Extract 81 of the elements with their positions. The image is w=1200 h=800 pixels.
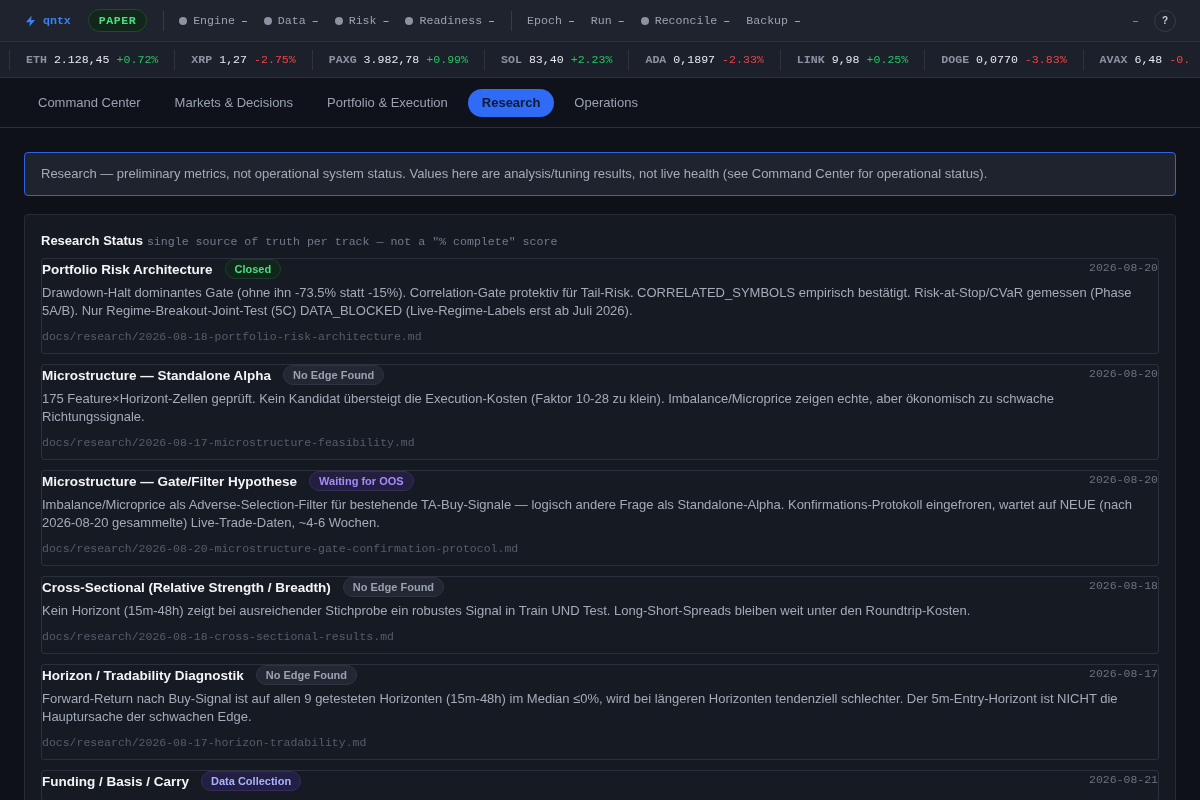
header-value: – — [1132, 14, 1139, 27]
track-title: Funding / Basis / Carry — [42, 772, 190, 790]
status-label: Epoch — [527, 14, 562, 27]
doc-path: docs/research/2026-08-17-horizon-tradability.md — [42, 736, 368, 750]
app-logo-text: qntx — [43, 14, 71, 27]
track-title: Horizon / Tradability Diagnostik — [42, 666, 244, 684]
ticker-change: -2.33% — [722, 51, 764, 68]
ticker-symbol: ETH — [26, 51, 47, 68]
track-description: Drawdown-Halt dominantes Gate (ohne ihn -73.5% statt -15%). Correlation-Gate protektiv für Tail-Risk. CORRELATED_SYMBOLS empirisch bestätigt. Risk-at-Stop/CVaR gemessen (Phase 5A/B). Nur Regime-Breakout-Joint-Test (5C) DATA_BLOCKED (Live-Regime-Labels erst ab Juli 2026). — [42, 284, 1133, 320]
ticker-symbol: AVAX — [1099, 51, 1128, 68]
ticker-change: -2.75% — [254, 51, 296, 68]
ticker-symbol: LINK — [796, 51, 825, 68]
ticker-price: 2.128,45 — [53, 51, 110, 68]
status-value: – — [311, 14, 319, 27]
ticker-price: 83,40 — [528, 51, 564, 68]
doc-path: docs/research/2026-08-20-microstructure-gate-confirmation-protocol.md — [42, 542, 520, 556]
mode-badge: PAPER — [87, 9, 148, 32]
ticker-change: -3.83% — [1024, 51, 1067, 68]
doc-path: docs/research/2026-08-18-cross-sectional-results.md — [42, 630, 395, 644]
nav-tab[interactable]: Operations — [560, 88, 652, 117]
status-label: Risk — [348, 14, 377, 27]
ticker-price: 3.982,78 — [363, 51, 420, 68]
status-value: – — [382, 14, 390, 27]
status-badge: Closed — [224, 259, 282, 279]
status-value: – — [617, 14, 625, 27]
ticker-symbol: DOGE — [941, 51, 970, 68]
status-badge: No Edge Found — [342, 577, 445, 597]
status-label: Engine — [193, 14, 235, 27]
doc-path: docs/research/2026-08-18-portfolio-risk-architecture.md — [42, 330, 423, 344]
ticker-price: 9,98 — [831, 51, 860, 68]
nav-tab[interactable]: Command Center — [24, 88, 155, 117]
ticker-price: 0,0770 — [976, 51, 1018, 68]
track-title: Microstructure — Gate/Filter Hypothese — [42, 472, 298, 490]
ticker-change: -0. — [1169, 51, 1191, 68]
track-date: 2026-08-20 — [1089, 367, 1158, 380]
ticker-symbol: XRP — [191, 51, 213, 68]
track-date: 2026-08-17 — [1089, 667, 1158, 680]
ticker-change: +0.25% — [866, 51, 909, 68]
panel-subtitle: single source of truth per track — not a "% complete" score — [146, 235, 558, 248]
ticker-price: 0,1897 — [673, 51, 716, 68]
status-label: Backup — [746, 14, 789, 27]
ticker-symbol: ADA — [645, 51, 667, 68]
track-description: Forward-Return nach Buy-Signal ist auf allen 9 getesteten Horizonten (15m-48h) im Median ≤0%, wird bei längeren Horizonten tendenziell schlechter. Der 5m-Entry-Horizont ist NICHT die Hauptursache der schwachen Edge. — [42, 690, 1119, 726]
status-label: Run — [590, 14, 612, 27]
lightning-bolt-icon — [26, 14, 35, 27]
track-date: 2026-08-21 — [1089, 773, 1158, 786]
track-description: 175 Feature×Horizont-Zellen geprüft. Kein Kandidat übersteigt die Execution-Kosten (Faktor 10-28 zu klein). Imbalance/Microprice zeigen echte, aber ökonomisch zu schwache Richtungssignale. — [42, 390, 1055, 426]
track-description: Kein Horizont (15m-48h) zeigt bei ausreichender Stichprobe ein robustes Signal in Train UND Test. Long-Short-Spreads bleiben weit unter den Roundtrip-Kosten. — [42, 602, 972, 620]
nav-tab[interactable]: Portfolio & Execution — [313, 88, 462, 117]
info-banner: Research — preliminary metrics, not operational system status. Values here are analysis/tuning results, not live health (see Command Center for operational status). — [24, 152, 1176, 196]
status-badge: Data Collection — [201, 771, 302, 791]
track-description: Imbalance/Microprice als Adverse-Selection-Filter für bestehende TA-Buy-Signale — logisch andere Frage als Standalone-Alpha. Konfirmations-Protokoll eingefroren, wartet auf NEUE (nach 2026-08-20 gesammelte) Live-Trade-Daten, ~4-6 Wochen. — [42, 496, 1133, 532]
ticker-change: +0.99% — [426, 51, 469, 68]
status-label: Readiness — [419, 14, 483, 27]
track-title: Portfolio Risk Architecture — [42, 260, 213, 278]
track-date: 2026-08-20 — [1089, 261, 1158, 274]
ticker-price: 1,27 — [219, 51, 247, 68]
status-value: – — [488, 14, 496, 27]
track-date: 2026-08-18 — [1089, 579, 1158, 592]
status-badge: No Edge Found — [255, 665, 358, 685]
help-button[interactable]: ? — [1154, 9, 1176, 32]
doc-path: docs/research/2026-08-17-microstructure-feasibility.md — [42, 436, 416, 450]
status-value: – — [794, 14, 801, 27]
status-badge: No Edge Found — [283, 365, 385, 385]
nav-tab[interactable]: Markets & Decisions — [160, 88, 308, 117]
ticker-change: +2.23% — [570, 51, 613, 68]
status-label: Data — [277, 14, 306, 27]
status-value: – — [567, 14, 575, 27]
status-label: Reconcile — [654, 14, 718, 27]
track-title: Microstructure — Standalone Alpha — [42, 366, 272, 384]
status-value: – — [240, 14, 248, 27]
track-title: Cross-Sectional (Relative Strength / Breadth) — [42, 578, 331, 596]
status-badge: Waiting for OOS — [309, 471, 414, 491]
ticker-symbol: PAXG — [328, 51, 357, 68]
ticker-symbol: SOL — [501, 51, 522, 68]
status-value: – — [723, 14, 731, 27]
panel-title: Research Status — [41, 233, 143, 248]
ticker-price: 6,48 — [1134, 51, 1163, 68]
nav-tab[interactable]: Research — [467, 88, 555, 117]
ticker-change: +0.72% — [116, 51, 159, 68]
track-date: 2026-08-20 — [1089, 473, 1158, 486]
